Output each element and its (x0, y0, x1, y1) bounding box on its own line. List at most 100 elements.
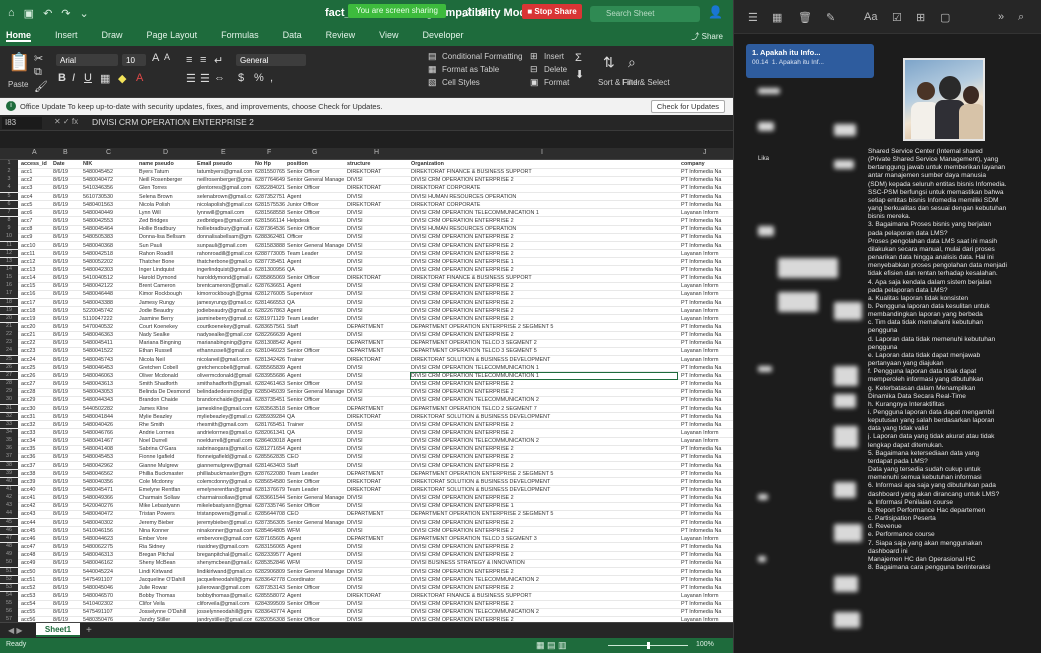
delete-cells-icon[interactable]: ⊟ (530, 64, 538, 75)
find-select-label[interactable]: Find & Select (622, 78, 670, 87)
cell[interactable]: 8/6/19 (53, 185, 80, 191)
cell[interactable]: jasmineberry@gmail.com (197, 316, 252, 322)
cell[interactable]: DIREKTORAT (347, 202, 408, 208)
cell[interactable]: DIVISI (347, 560, 408, 566)
cell[interactable]: Harold Dymond (139, 275, 194, 281)
column-header-a[interactable]: A (32, 149, 37, 156)
cell[interactable]: 6281583888 (255, 243, 286, 249)
cell[interactable]: Coordinator (287, 577, 344, 583)
cell[interactable]: Josselynne O'Dahill (139, 609, 194, 615)
sheet-nav-arrows[interactable]: ◀ ▶ (8, 626, 23, 635)
cell[interactable]: 5480042303 (83, 267, 136, 273)
cell[interactable]: 8/6/19 (53, 414, 80, 420)
cell[interactable]: smithshadforth@gmail.com (197, 381, 252, 387)
row-number[interactable]: 30 (0, 396, 18, 404)
search-sheet-input[interactable]: Search Sheet (590, 6, 700, 22)
cell[interactable]: 8/6/19 (53, 593, 80, 599)
row-number[interactable]: 19 (0, 306, 18, 315)
redo-icon[interactable]: ↷ (61, 7, 70, 20)
cell[interactable]: Nina Konner (139, 528, 194, 534)
list-view-icon[interactable]: ☰ (748, 11, 758, 24)
cell[interactable]: 5480040356 (83, 479, 136, 485)
cell[interactable]: Agent (287, 373, 344, 379)
cell[interactable]: belindadedesmond@gmail.com (197, 389, 252, 395)
cell[interactable]: Jacqueline O'Dahill (139, 577, 194, 583)
cell-styles-icon[interactable]: ▧ (428, 77, 437, 88)
column-header-i[interactable]: I (541, 149, 543, 156)
cell[interactable]: Court Koenekey (139, 324, 194, 330)
cell[interactable]: 5480045464 (83, 226, 136, 232)
cell[interactable]: 5480041408 (83, 446, 136, 452)
conditional-formatting-label[interactable]: Conditional Formatting (442, 52, 522, 61)
cell[interactable]: DIVISI CRM OPERATION TELECOMMUNICATION 2 (411, 397, 678, 403)
cell[interactable]: DIVISI (347, 430, 408, 436)
cell[interactable]: DIVISI CRM OPERATION ENTERPRISE 2 (411, 520, 678, 526)
cell[interactable]: DIVISI CRM OPERATION ENTERPRISE 2 (411, 283, 678, 289)
cell[interactable]: Emelyne Rentfan (139, 487, 194, 493)
column-header-h[interactable]: H (374, 149, 379, 156)
cell[interactable]: harolddymond@gmail.com (197, 275, 252, 281)
cell[interactable]: DIVISI (347, 332, 408, 338)
cell[interactable]: Agent (287, 365, 344, 371)
blurred-item[interactable] (778, 292, 818, 312)
cell[interactable]: 6282267863 (255, 308, 286, 314)
cell[interactable]: Rahon Roadill (139, 251, 194, 257)
cell[interactable]: name pseudo (139, 161, 194, 167)
cell[interactable]: acc34 (21, 438, 50, 444)
cell[interactable]: 8/6/19 (53, 243, 80, 249)
cell[interactable]: nicolaneil@gmail.com (197, 357, 252, 363)
cell[interactable]: DIVISI BUSINESS STRATEGY & INNOVATION (411, 560, 678, 566)
cell[interactable]: 5480045471 (83, 487, 136, 493)
row-number[interactable]: 40 (0, 477, 18, 486)
cell[interactable]: DIVISI CRM OPERATION ENTERPRISE 2 (411, 585, 678, 591)
cell[interactable]: 8/6/19 (53, 218, 80, 224)
cell[interactable]: 6285644708 (255, 511, 286, 517)
cell[interactable]: ninakonner@gmail.com (197, 528, 252, 534)
cell[interactable]: DIVISI (347, 381, 408, 387)
cell[interactable]: acc32 (21, 422, 50, 428)
cell[interactable]: PT Infomedia Na (681, 511, 732, 517)
cell[interactable]: PT Infomedia Na (681, 267, 732, 273)
cell[interactable]: acc24 (21, 357, 50, 363)
cell[interactable]: DIVISI (347, 520, 408, 526)
cell[interactable]: Senior Officer (287, 601, 344, 607)
cell[interactable]: Agent (287, 609, 344, 615)
cell[interactable]: 5480041844 (83, 414, 136, 420)
profile-icon[interactable]: 👤 (708, 5, 723, 19)
cell[interactable]: DIVISI (347, 495, 408, 501)
cell[interactable]: 5480044623 (83, 536, 136, 542)
zoom-level[interactable]: 100% (696, 641, 714, 648)
undo-icon[interactable]: ↶ (43, 7, 52, 20)
cell[interactable]: 8/6/19 (53, 406, 80, 412)
format-text-icon[interactable]: Aa (864, 11, 877, 23)
blurred-item[interactable] (778, 258, 838, 278)
cell[interactable]: 6285654580 (255, 479, 286, 485)
cell[interactable]: PT Infomedia Na (681, 560, 732, 566)
cell[interactable]: tristanpowers@gmail.com (197, 511, 252, 517)
cell[interactable]: 6287165605 (255, 536, 286, 542)
cell[interactable]: 8/6/19 (53, 569, 80, 575)
cell[interactable]: 5480045743 (83, 357, 136, 363)
cell[interactable]: DIVISI (347, 194, 408, 200)
cell[interactable]: 5480046313 (83, 552, 136, 558)
cell[interactable]: DIREKTORAT (347, 169, 408, 175)
insert-cells-icon[interactable]: ⊞ (530, 51, 538, 62)
cell[interactable]: 6282906809 (255, 569, 286, 575)
cell[interactable]: 8/6/19 (53, 389, 80, 395)
blurred-item[interactable] (834, 612, 860, 628)
cell[interactable]: DIVISI CRM OPERATION ENTERPRISE 2 (411, 300, 678, 306)
row-number[interactable]: 45 (0, 518, 18, 527)
cell[interactable]: Agent (287, 308, 344, 314)
cell[interactable]: PT Infomedia Na (681, 177, 732, 183)
cell[interactable]: 5480046570 (83, 593, 136, 599)
merge-center-icon[interactable]: ⇔ (214, 72, 225, 84)
cell[interactable]: DEPARTMENT OPERATION ENTERPRISE 2 SEGMEN… (411, 471, 678, 477)
cell[interactable]: 6281463403 (255, 463, 286, 469)
cell[interactable]: DIREKTORAT SOLUTION & BUSINESS DEVELOPME… (411, 357, 678, 363)
cell[interactable]: 5480045452 (83, 169, 136, 175)
cell[interactable]: DIVISI (347, 446, 408, 452)
tab-data[interactable]: Data (283, 30, 302, 42)
cell[interactable]: DIREKTORAT CORPORATE (411, 202, 678, 208)
cell[interactable]: cliforveila@gmail.com (197, 601, 252, 607)
cell[interactable]: acc33 (21, 430, 50, 436)
